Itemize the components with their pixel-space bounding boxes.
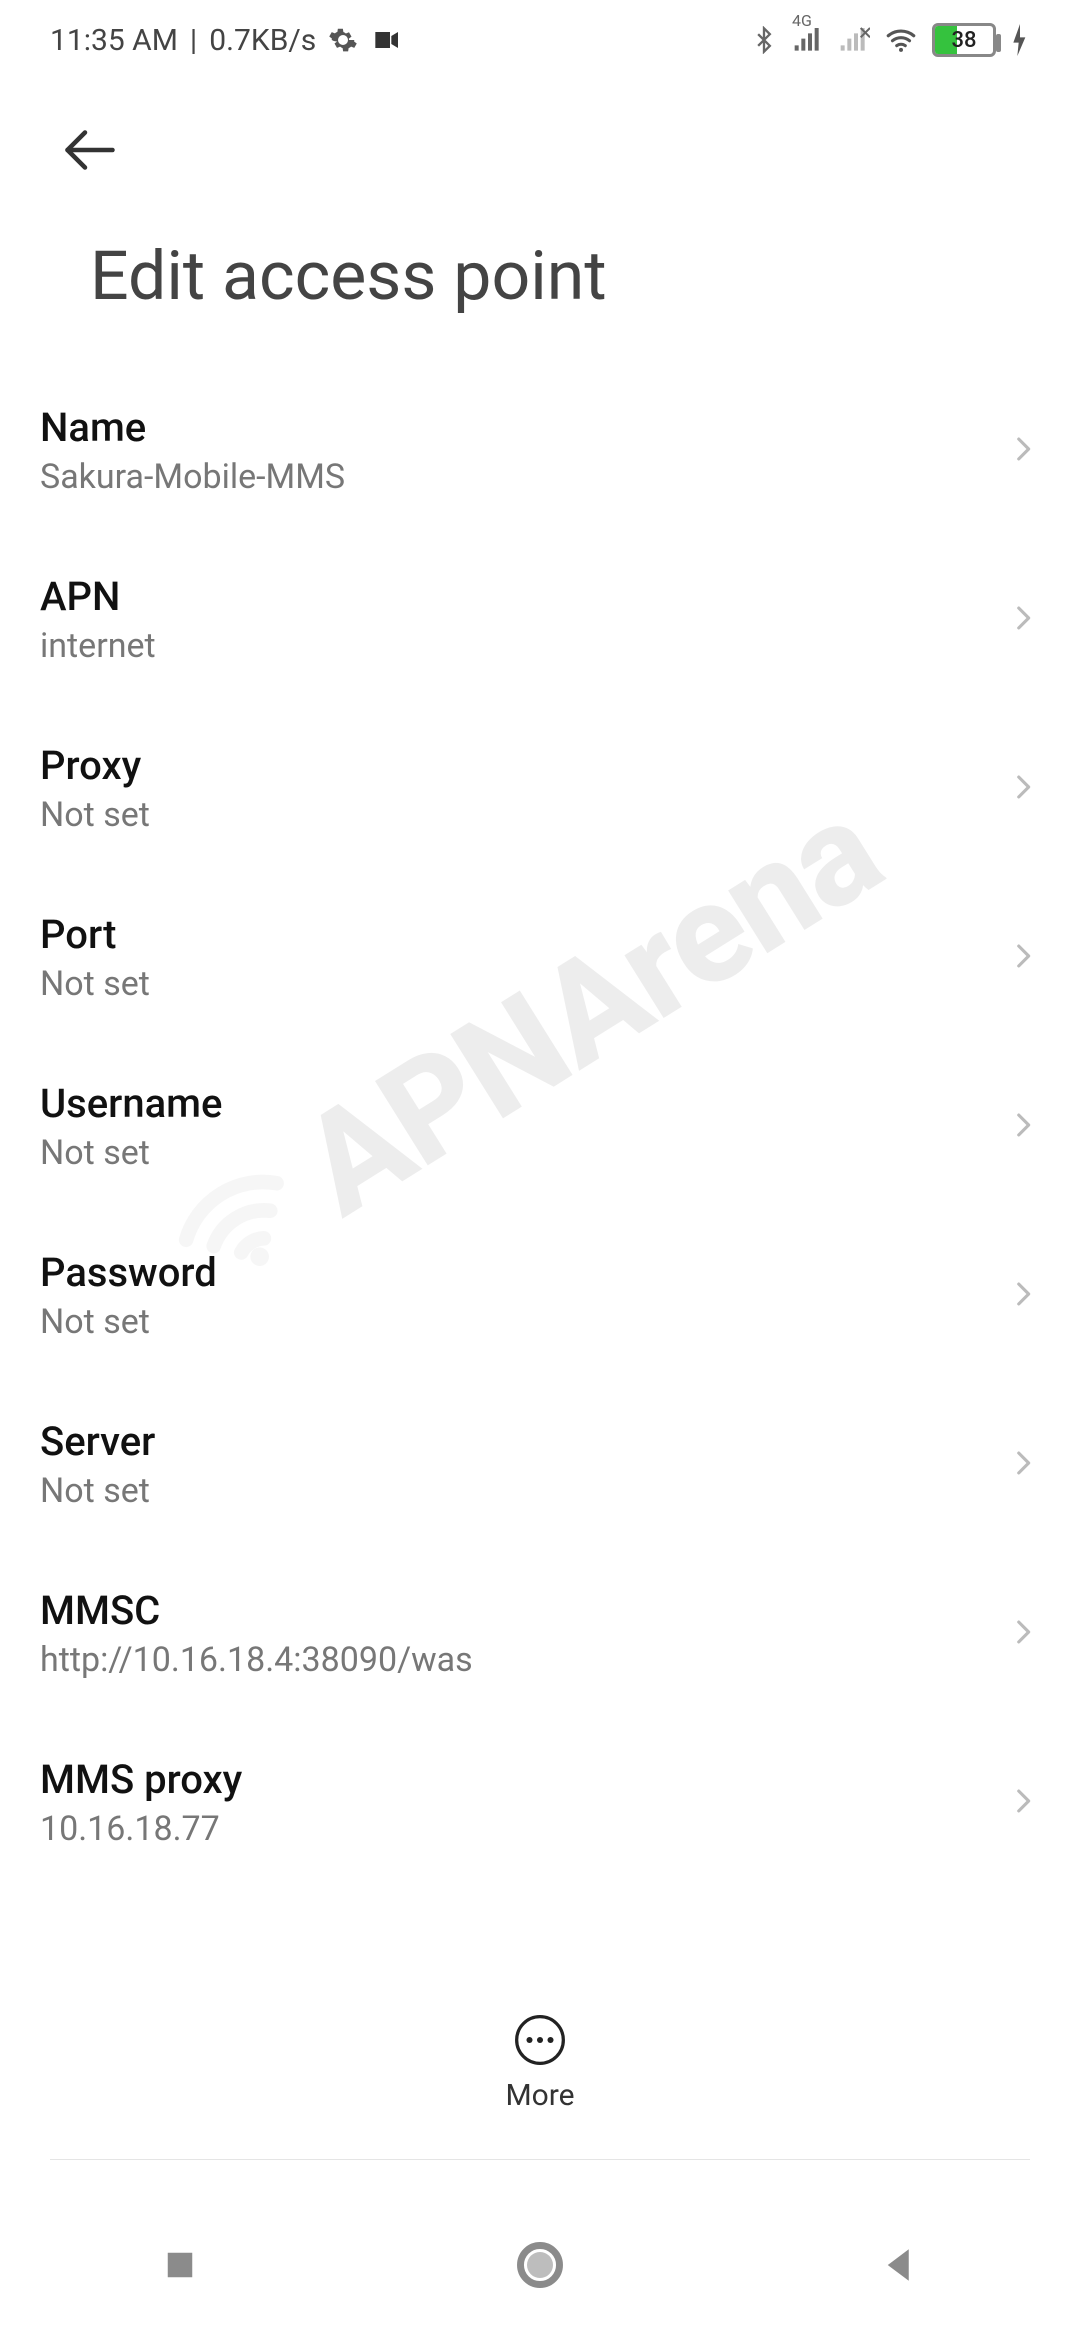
apn-row-mms-proxy[interactable]: MMS proxy 10.16.18.77	[40, 1718, 1040, 1887]
signal-sim2-icon	[838, 25, 870, 55]
row-label: Port	[40, 911, 986, 958]
bluetooth-icon	[750, 26, 778, 54]
camera-icon	[370, 24, 402, 56]
settings-icon	[328, 25, 358, 55]
apn-row-password[interactable]: Password Not set	[40, 1211, 1040, 1380]
row-value: Not set	[40, 1302, 986, 1342]
row-value: http://10.16.18.4:38090/was	[40, 1640, 986, 1680]
row-value: Sakura-Mobile-MMS	[40, 457, 986, 497]
chevron-right-icon	[1006, 770, 1040, 808]
more-button[interactable]: More	[505, 2012, 574, 2113]
row-label: MMS proxy	[40, 1756, 986, 1803]
status-time: 11:35 AM	[50, 23, 178, 58]
battery-icon: 38	[932, 23, 996, 57]
chevron-right-icon	[1006, 601, 1040, 639]
row-label: Name	[40, 404, 986, 451]
bottom-divider	[50, 2159, 1030, 2160]
chevron-right-icon	[1006, 1615, 1040, 1653]
wifi-icon	[884, 23, 918, 57]
apn-row-port[interactable]: Port Not set	[40, 873, 1040, 1042]
signal-sim1-icon: 4G	[792, 25, 824, 55]
chevron-right-icon	[1006, 939, 1040, 977]
row-label: Proxy	[40, 742, 986, 789]
row-value: internet	[40, 626, 986, 666]
apn-row-mmsc[interactable]: MMSC http://10.16.18.4:38090/was	[40, 1549, 1040, 1718]
nav-recent-button[interactable]	[80, 2190, 280, 2340]
row-label: Server	[40, 1418, 986, 1465]
apn-row-server[interactable]: Server Not set	[40, 1380, 1040, 1549]
row-label: Password	[40, 1249, 986, 1296]
row-label: APN	[40, 573, 986, 620]
apn-row-username[interactable]: Username Not set	[40, 1042, 1040, 1211]
row-label: Username	[40, 1080, 986, 1127]
chevron-right-icon	[1006, 1277, 1040, 1315]
chevron-right-icon	[1006, 1784, 1040, 1822]
status-divider: |	[190, 23, 197, 58]
apn-settings-list: Name Sakura-Mobile-MMS APN internet Proxy Not…	[0, 366, 1080, 1887]
charging-icon	[1010, 24, 1030, 56]
nav-home-button[interactable]	[440, 2190, 640, 2340]
status-netspeed: 0.7KB/s	[209, 23, 316, 58]
page-title: Edit access point	[50, 190, 1030, 366]
row-value: 10.16.18.77	[40, 1809, 986, 1849]
apn-row-proxy[interactable]: Proxy Not set	[40, 704, 1040, 873]
apn-row-apn[interactable]: APN internet	[40, 535, 1040, 704]
chevron-right-icon	[1006, 1108, 1040, 1146]
row-value: Not set	[40, 795, 986, 835]
circle-icon	[514, 2239, 566, 2291]
apn-row-name[interactable]: Name Sakura-Mobile-MMS	[40, 366, 1040, 535]
square-icon	[159, 2244, 201, 2286]
more-label: More	[505, 2078, 574, 2113]
row-value: Not set	[40, 964, 986, 1004]
triangle-left-icon	[879, 2244, 921, 2286]
system-nav-bar	[0, 2190, 1080, 2340]
arrow-left-icon	[60, 120, 120, 180]
chevron-right-icon	[1006, 432, 1040, 470]
chevron-right-icon	[1006, 1446, 1040, 1484]
row-value: Not set	[40, 1471, 986, 1511]
more-icon	[512, 2012, 568, 2068]
nav-back-button[interactable]	[800, 2190, 1000, 2340]
row-label: MMSC	[40, 1587, 986, 1634]
row-value: Not set	[40, 1133, 986, 1173]
back-button[interactable]	[50, 110, 130, 190]
status-bar: 11:35 AM | 0.7KB/s 4G 38	[0, 0, 1080, 80]
